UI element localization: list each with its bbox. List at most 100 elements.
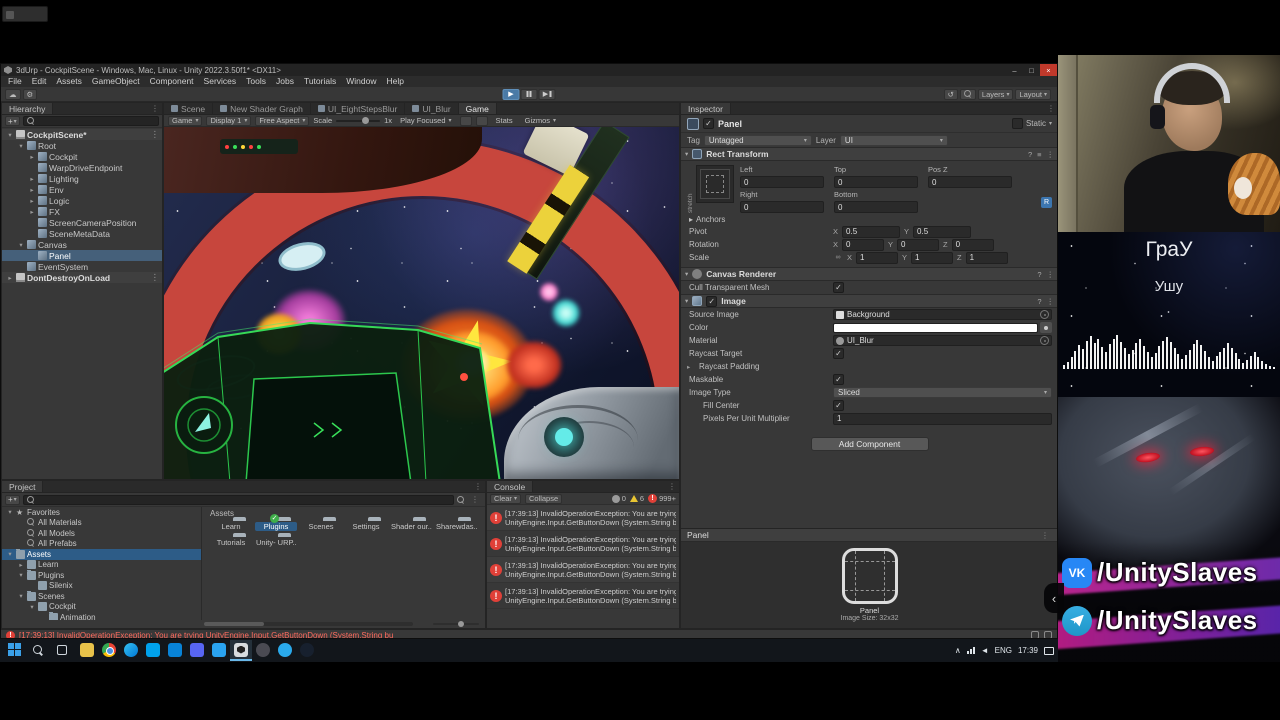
collapse-button[interactable]: Collapse xyxy=(525,494,562,504)
view-tab[interactable]: Game xyxy=(459,103,497,114)
vk-social-row[interactable]: VK /UnitySlaves xyxy=(1062,557,1258,588)
layer-dropdown[interactable]: UI▾ xyxy=(840,135,948,146)
menu-item[interactable]: Window xyxy=(341,76,381,87)
foldout-arrow[interactable]: ▾ xyxy=(17,241,25,249)
notifications-icon[interactable] xyxy=(1044,631,1052,639)
step-button[interactable]: ▶ xyxy=(539,89,556,100)
panel-menu-icon[interactable]: ⋮ xyxy=(1044,103,1058,114)
layers-dropdown[interactable]: Layers▾ xyxy=(978,89,1014,100)
hierarchy-item[interactable]: ▸ Lighting xyxy=(2,173,162,184)
menu-item[interactable]: File xyxy=(3,76,27,87)
rotation-x-field[interactable]: 0 xyxy=(842,239,884,251)
task-view-button[interactable] xyxy=(52,640,72,661)
view-tab[interactable]: New Shader Graph xyxy=(213,103,311,114)
raw-edit-toggle[interactable]: R xyxy=(1041,197,1052,208)
bottom-field[interactable]: 0 xyxy=(834,201,918,213)
panel-menu-icon[interactable]: ⋮ xyxy=(471,481,485,492)
tree-item[interactable]: All Models xyxy=(2,528,201,539)
play-focused-dropdown[interactable]: Play Focused▾ xyxy=(396,116,455,126)
fill-center-checkbox[interactable] xyxy=(833,400,844,411)
tag-dropdown[interactable]: Untagged▾ xyxy=(704,135,812,146)
tree-item[interactable]: ▾ Cockpit xyxy=(2,602,201,613)
foldout-arrow[interactable]: ▾ xyxy=(6,508,14,516)
help-icon[interactable]: ? xyxy=(1028,150,1032,159)
foldout-arrow[interactable]: ▸ xyxy=(28,153,36,161)
folder-tile[interactable]: Settings xyxy=(345,520,387,531)
services-icon[interactable]: ⚙ xyxy=(23,89,38,100)
mute-audio-icon[interactable] xyxy=(460,116,472,126)
hidden-icons-chevron[interactable]: ∧ xyxy=(955,646,961,655)
view-tab[interactable]: Scene xyxy=(164,103,213,114)
taskbar-app-icon[interactable] xyxy=(208,640,230,661)
telegram-social-row[interactable]: /UnitySlaves xyxy=(1062,605,1258,636)
folder-tile[interactable]: Tutorials xyxy=(210,536,252,547)
capture-icon[interactable] xyxy=(476,116,488,126)
console-entry[interactable]: ! [17:39:13] InvalidOperationException: … xyxy=(487,583,679,609)
taskbar-app-icon[interactable] xyxy=(274,640,296,661)
volume-icon[interactable]: ◄ xyxy=(981,646,989,655)
more-icon[interactable]: ⋮ xyxy=(1047,270,1055,279)
panel-menu-icon[interactable]: ⋮ xyxy=(665,481,679,492)
folder-tile[interactable]: Scenes xyxy=(300,520,342,531)
anchors-foldout[interactable]: ▸Anchors xyxy=(687,213,1052,225)
menu-item[interactable]: Tools xyxy=(241,76,271,87)
pause-button[interactable] xyxy=(521,89,538,100)
foldout-arrow[interactable]: ▾ xyxy=(17,571,25,579)
display-dropdown[interactable]: Display 1▾ xyxy=(206,116,251,126)
tree-item[interactable]: ▾ Favorites xyxy=(2,507,201,518)
account-icon[interactable]: ☁ xyxy=(5,89,21,100)
foldout-arrow[interactable]: ▾ xyxy=(28,603,36,611)
taskbar-search-button[interactable] xyxy=(28,640,48,661)
foldout-arrow[interactable]: ▾ xyxy=(685,297,688,305)
maskable-checkbox[interactable] xyxy=(833,374,844,385)
hierarchy-item[interactable]: ▸ Logic xyxy=(2,195,162,206)
taskbar-app-icon[interactable] xyxy=(98,640,120,661)
collapse-chevron[interactable]: ‹ xyxy=(1044,583,1064,613)
add-component-button[interactable]: Add Component xyxy=(811,437,929,451)
taskbar-app-icon[interactable] xyxy=(296,640,318,661)
ppu-field[interactable]: 1 xyxy=(833,413,1052,425)
color-field[interactable] xyxy=(833,322,1052,333)
folder-tile[interactable]: Learn xyxy=(210,520,252,531)
view-tab[interactable]: UI_Blur xyxy=(405,103,458,114)
tree-item[interactable]: ▾ Assets xyxy=(2,549,201,560)
color-swatch[interactable] xyxy=(833,323,1038,333)
undo-history-icon[interactable]: ↺ xyxy=(944,89,958,100)
active-checkbox[interactable] xyxy=(703,118,714,129)
anchor-preset[interactable]: stretch xyxy=(687,165,734,213)
image-type-dropdown[interactable]: Sliced▾ xyxy=(833,387,1052,398)
tree-item[interactable]: All Materials xyxy=(2,518,201,529)
layout-dropdown[interactable]: Layout▾ xyxy=(1015,89,1051,100)
object-picker-icon[interactable] xyxy=(1040,336,1049,345)
material-field[interactable]: UI_Blur xyxy=(833,335,1052,346)
scale-y-field[interactable]: 1 xyxy=(911,252,953,264)
top-field[interactable]: 0 xyxy=(834,176,918,188)
tree-item[interactable]: ▾ Scenes xyxy=(2,591,201,602)
foldout-arrow[interactable]: ▸ xyxy=(28,197,36,205)
hierarchy-search-input[interactable] xyxy=(37,117,155,125)
minimize-button[interactable]: – xyxy=(1006,64,1023,76)
menu-item[interactable]: Tutorials xyxy=(299,76,341,87)
start-button[interactable] xyxy=(4,640,24,661)
project-search-input[interactable] xyxy=(37,496,450,504)
language-indicator[interactable]: ENG xyxy=(995,646,1012,655)
foldout-arrow[interactable]: ▸ xyxy=(6,274,14,282)
search-icon[interactable] xyxy=(960,89,976,100)
foldout-arrow[interactable]: ▾ xyxy=(6,131,14,139)
error-count[interactable]: !999+ xyxy=(648,494,676,503)
foldout-arrow[interactable]: ▾ xyxy=(685,270,688,278)
canvas-renderer-header[interactable]: ▾ Canvas Renderer ?⋮ xyxy=(681,267,1058,281)
zoom-knob[interactable] xyxy=(458,621,464,627)
menu-item[interactable]: Edit xyxy=(27,76,52,87)
tab-console[interactable]: Console xyxy=(487,481,533,492)
rotation-z-field[interactable]: 0 xyxy=(952,239,994,251)
menu-item[interactable]: Assets xyxy=(51,76,87,87)
static-control[interactable]: Static▾ xyxy=(1012,118,1052,129)
preview-header[interactable]: Panel ⋮ xyxy=(681,529,1058,542)
activity-indicator-icon[interactable] xyxy=(1031,631,1039,639)
search-by-type-icon[interactable] xyxy=(457,496,465,504)
menu-item[interactable]: Component xyxy=(145,76,199,87)
cull-checkbox[interactable] xyxy=(833,282,844,293)
stats-toggle[interactable]: Stats xyxy=(492,116,517,126)
tab-inspector[interactable]: Inspector xyxy=(681,103,731,114)
